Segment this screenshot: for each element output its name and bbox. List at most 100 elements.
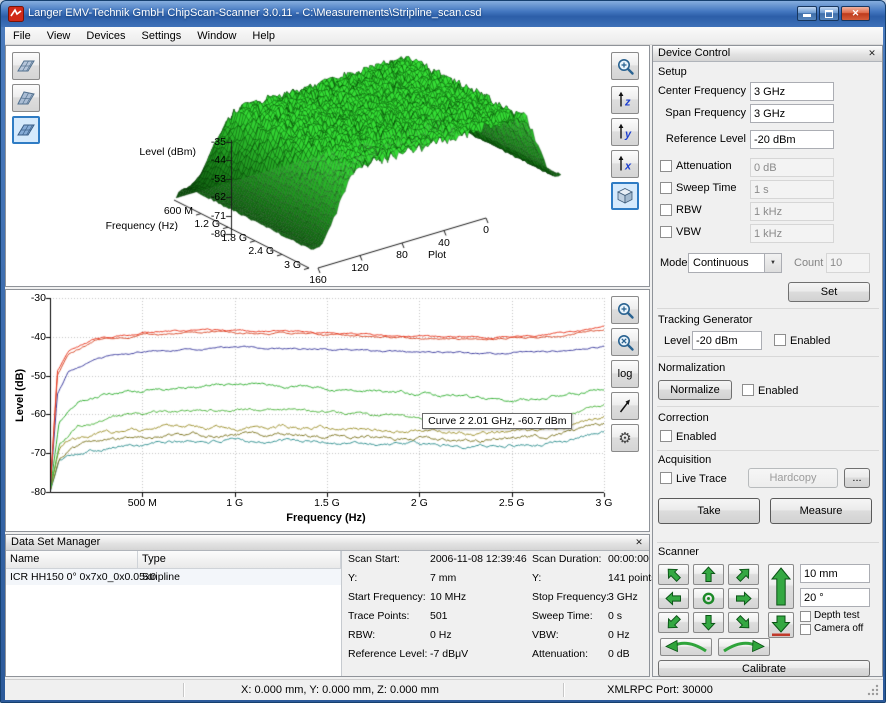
normalize-button[interactable]: Normalize <box>658 380 732 400</box>
info-label: RBW: <box>348 629 375 641</box>
info-label: Y: <box>348 572 357 584</box>
view-tilt-button[interactable] <box>12 84 40 112</box>
close-button[interactable]: ✕ <box>841 6 870 21</box>
minimize-button[interactable] <box>797 6 817 21</box>
step-distance-input[interactable] <box>800 564 870 583</box>
center-frequency-label: Center Frequency <box>654 85 746 97</box>
vbw-checkbox[interactable] <box>660 226 672 238</box>
plot3d-freq-axis-label: Frequency (Hz) <box>100 220 178 232</box>
view-surface-button[interactable] <box>12 116 40 144</box>
maximize-button[interactable] <box>819 6 839 21</box>
magnifier-x-icon <box>616 333 635 352</box>
menu-window[interactable]: Window <box>189 27 244 44</box>
mode-select[interactable]: Continuous ▼ <box>688 253 782 273</box>
rotate-right-button[interactable] <box>718 638 770 656</box>
maximize-icon <box>825 10 833 18</box>
titlebar[interactable]: Langer EMV-Technik GmbH ChipScan-Scanner… <box>1 1 885 27</box>
column-header-type[interactable]: Type <box>138 551 341 569</box>
home-button[interactable] <box>693 588 724 609</box>
plot3d-plot-axis-label: Plot <box>428 249 446 261</box>
span-frequency-input[interactable] <box>750 104 834 123</box>
measure-button[interactable]: Measure <box>770 498 872 524</box>
log-scale-button[interactable]: log <box>611 360 639 388</box>
tg-enabled-checkbox[interactable] <box>774 334 786 346</box>
move-up-right-button[interactable] <box>728 564 759 585</box>
correction-enabled-checkbox[interactable] <box>660 430 672 442</box>
rotate-left-button[interactable] <box>660 638 712 656</box>
menu-help[interactable]: Help <box>244 27 283 44</box>
axis-z-button[interactable]: z <box>611 86 639 114</box>
move-up-button[interactable] <box>693 564 724 585</box>
set-button[interactable]: Set <box>788 282 870 302</box>
mode-value: Continuous <box>693 257 749 269</box>
separator <box>657 542 879 543</box>
take-button[interactable]: Take <box>658 498 760 524</box>
move-down-button[interactable] <box>693 612 724 633</box>
plot3d-plot-tick: 160 <box>304 274 332 286</box>
close-icon[interactable]: ✕ <box>865 47 879 60</box>
tg-level-input[interactable] <box>692 331 762 350</box>
axis-y-button[interactable]: y <box>611 118 639 146</box>
zoom-reset-button[interactable] <box>611 328 639 356</box>
axis-x-button[interactable]: x <box>611 150 639 178</box>
rbw-checkbox[interactable] <box>660 204 672 216</box>
plot3d-freq-tick: 600 M <box>151 205 193 217</box>
2d-curves-plot[interactable] <box>6 290 649 531</box>
move-down-right-button[interactable] <box>728 612 759 633</box>
cube-icon <box>615 186 635 206</box>
center-frequency-input[interactable] <box>750 82 834 101</box>
column-header-name[interactable]: Name <box>6 551 138 569</box>
close-icon[interactable]: ✕ <box>632 536 646 549</box>
step-angle-input[interactable] <box>800 588 870 607</box>
resize-grip[interactable] <box>867 684 880 697</box>
marker-button[interactable] <box>611 392 639 420</box>
move-down-left-button[interactable] <box>658 612 689 633</box>
info-value: 0 Hz <box>430 629 452 641</box>
reference-level-input[interactable] <box>750 130 834 149</box>
calibrate-button[interactable]: Calibrate <box>658 660 870 677</box>
acquisition-heading: Acquisition <box>658 454 711 466</box>
info-label: Scan Start: <box>348 553 400 565</box>
info-value: 10 MHz <box>430 591 466 603</box>
move-up-icon <box>694 564 723 585</box>
menu-settings[interactable]: Settings <box>134 27 190 44</box>
sweep-time-input <box>750 180 834 199</box>
camera-off-checkbox[interactable] <box>800 624 811 635</box>
app-window: Langer EMV-Technik GmbH ChipScan-Scanner… <box>0 0 886 703</box>
settings-button[interactable]: ⚙ <box>611 424 639 452</box>
scanner-heading: Scanner <box>658 546 699 558</box>
sweep-time-checkbox[interactable] <box>660 182 672 194</box>
menu-file[interactable]: File <box>5 27 39 44</box>
normalization-enabled-checkbox[interactable] <box>742 384 754 396</box>
plot3d-freq-tick: 2.4 G <box>232 245 274 257</box>
dropdown-arrow-icon: ▼ <box>764 254 781 272</box>
info-value: 141 points <box>608 572 656 584</box>
move-z-up-button[interactable] <box>768 564 794 609</box>
tg-enabled-label: Enabled <box>790 335 830 347</box>
attenuation-checkbox[interactable] <box>660 160 672 172</box>
move-z-down-button[interactable] <box>768 612 794 638</box>
menu-devices[interactable]: Devices <box>78 27 133 44</box>
move-up-left-button[interactable] <box>658 564 689 585</box>
depth-test-checkbox[interactable] <box>800 611 811 622</box>
zoom-in-button[interactable] <box>611 296 639 324</box>
move-z-up-icon <box>769 565 793 608</box>
menu-view[interactable]: View <box>39 27 79 44</box>
info-label: Start Frequency: <box>348 591 426 603</box>
attenuation-input <box>750 158 834 177</box>
move-right-button[interactable] <box>728 588 759 609</box>
3d-surface-plot[interactable] <box>6 46 649 286</box>
table-row[interactable]: ICR HH150 0° 0x7x0_0x0.05x0 Stripline <box>6 569 341 585</box>
view-cube-button[interactable] <box>611 182 639 210</box>
live-trace-checkbox[interactable] <box>660 472 672 484</box>
move-left-button[interactable] <box>658 588 689 609</box>
dataset-type: Stripline <box>142 571 180 583</box>
view-top-button[interactable] <box>12 52 40 80</box>
plot2d-freq-tick: 1 G <box>213 497 257 509</box>
plane-tilt-icon <box>15 87 37 109</box>
zoom-button-3d[interactable] <box>611 52 639 80</box>
plot2d-level-tick: -70 <box>18 447 46 459</box>
more-button[interactable]: ... <box>844 468 870 488</box>
info-label: Trace Points: <box>348 610 409 622</box>
info-value: 3 GHz <box>608 591 638 603</box>
